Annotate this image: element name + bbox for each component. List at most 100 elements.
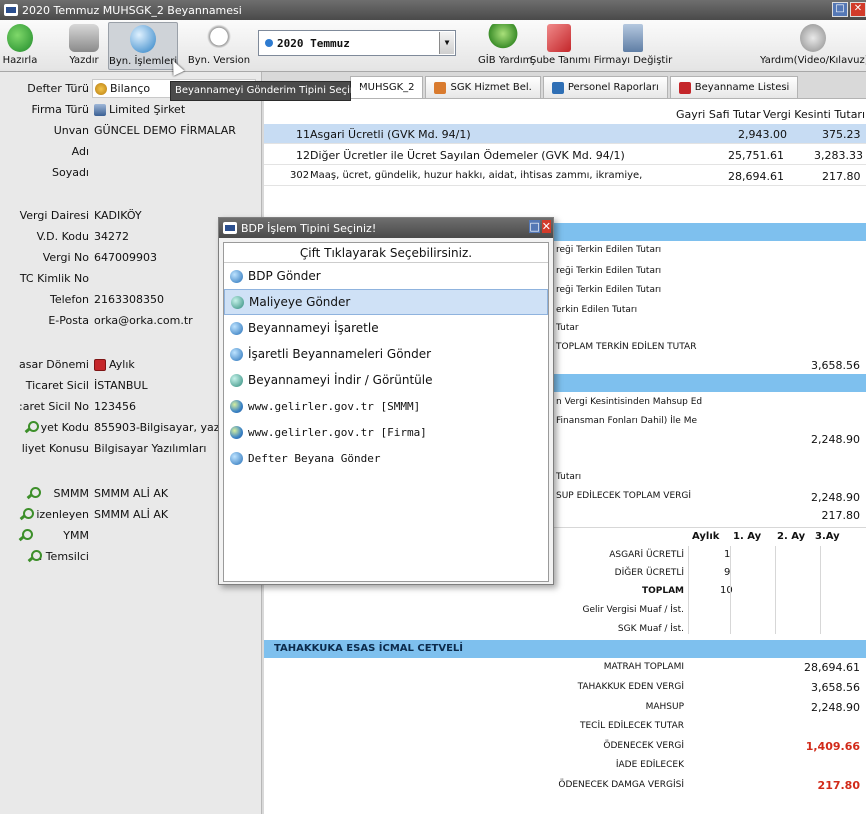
dialog-list: Çift Tıklayarak Seçebilirsiniz. BDP Gönd… [223, 242, 549, 582]
person-search-icon [20, 508, 35, 521]
close-button[interactable]: ✕ [541, 220, 551, 233]
dialog-title: BDP İşlem Tipini Seçiniz! [241, 221, 377, 235]
maximize-button[interactable]: □ [529, 220, 540, 233]
value-cell: 217.80 [817, 779, 860, 792]
value-cell: 217.80 [821, 509, 861, 522]
map-pin-icon [488, 24, 518, 52]
list-item-gelirler-smmm[interactable]: www.gelirler.gov.tr [SMMM] [224, 393, 548, 419]
list-item-bdp-gonder[interactable]: BDP Gönder [224, 263, 548, 289]
value-cell: 28,694.61 [804, 661, 860, 674]
row-label: Tutarı [556, 472, 582, 482]
col-aylik: Aylık [692, 531, 720, 542]
yardim-video-button[interactable]: Yardım(Video/Kılavuz) [760, 22, 866, 70]
app-icon [4, 4, 18, 16]
grid-line [730, 546, 731, 634]
world-icon [230, 425, 243, 439]
row-label: MATRAH TOPLAMI [603, 662, 684, 672]
value-cell: 2,248.90 [811, 491, 860, 504]
people-icon [434, 81, 447, 94]
row-label: ÖDENECEK DAMGA VERGİSİ [558, 780, 684, 790]
maximize-button[interactable]: □ [832, 2, 848, 17]
tab-personel-raporlari[interactable]: Personel Raporları [542, 76, 668, 98]
row-label: erkin Edilen Tutarı [556, 305, 638, 315]
row-label: ÖDENECEK VERGİ [603, 741, 684, 751]
value-cell: 3,658.56 [811, 359, 860, 372]
hazirla-button[interactable]: Hazırla [0, 22, 40, 70]
close-button[interactable]: ✕ [850, 2, 866, 17]
company-icon [94, 103, 106, 116]
globe-icon [230, 451, 243, 465]
dialog-title-bar: BDP İşlem Tipini Seçiniz! □ ✕ [219, 218, 553, 238]
list-item-maliyeye-gonder[interactable]: Maliyeye Gönder [224, 289, 548, 315]
row-label: Gelir Vergisi Muaf / İst. [582, 605, 684, 615]
icmal-band: TAHAKKUKA ESAS İCMAL CETVELİ [264, 640, 866, 658]
dialog-hint: Çift Tıklayarak Seçebilirsiniz. [224, 243, 548, 263]
sube-tanimi-button[interactable]: Şube Tanımı [530, 22, 591, 70]
field-soyadi: Soyadı [51, 166, 89, 179]
magnifier-icon [204, 24, 234, 52]
app-icon [223, 222, 237, 234]
calendar-icon [94, 358, 106, 371]
window-title-bar: 2020 Temmuz MUHSGK_2 Beyannamesi □ ✕ [0, 0, 866, 20]
col-3ay: 3.Ay [815, 531, 840, 542]
person-search-icon [25, 421, 39, 434]
book-icon [678, 81, 691, 94]
toolbar: Hazırla Yazdır Byn. İşlemleri Byn. Versi… [0, 20, 866, 72]
globe-icon [230, 373, 243, 387]
film-reel-icon [800, 24, 826, 52]
list-item-beyannameyi-isaretle[interactable]: Beyannameyi İşaretle [224, 315, 548, 341]
yazdir-button[interactable]: Yazdır [62, 22, 106, 70]
col-2ay: 2. Ay [777, 531, 806, 542]
blocks-icon [547, 24, 571, 52]
printer-icon [69, 24, 99, 52]
period-dot-icon [265, 39, 273, 47]
table-row[interactable]: 12 Diğer Ücretler ile Ücret Sayılan Ödem… [264, 145, 866, 165]
person-search-icon [28, 550, 43, 563]
tooltip: Beyannameyi Gönderim Tipini Seçiniz. [170, 81, 367, 101]
coins-icon [95, 82, 107, 95]
row-label: reği Terkin Edilen Tutarı [556, 245, 662, 255]
row-label: reği Terkin Edilen Tutarı [556, 285, 662, 295]
value-cell: 1,409.66 [805, 740, 860, 753]
chevron-down-icon[interactable]: ▼ [439, 32, 454, 54]
row-label: TECİL EDİLECEK TUTAR [580, 721, 684, 731]
row-label: reği Terkin Edilen Tutarı [556, 266, 662, 276]
value-cell: 3,658.56 [811, 681, 860, 694]
building-icon [623, 24, 643, 52]
firmayi-degistir-button[interactable]: Firmayı Değiştir [592, 22, 674, 70]
row-label: TAHAKKUK EDEN VERGİ [577, 682, 684, 692]
field-firma-turu: Firma Türü Limited Şirket [31, 103, 186, 116]
value-cell: 2,248.90 [811, 701, 860, 714]
row-label: n Vergi Kesintisinden Mahsup Ed [556, 397, 703, 407]
globe-icon [230, 321, 243, 335]
gib-yardim-button[interactable]: GİB Yardım [478, 22, 532, 70]
period-dropdown[interactable]: 2020 Temmuz ▼ [258, 30, 456, 56]
field-adi: Adı [71, 145, 89, 158]
table-row[interactable]: 302 Maaş, ücret, gündelik, huzur hakkı, … [264, 166, 866, 186]
globe-icon [130, 25, 156, 53]
list-item-gelirler-firma[interactable]: www.gelirler.gov.tr [Firma] [224, 419, 548, 445]
list-item-isaretli-gonder[interactable]: İşaretli Beyannameleri Gönder [224, 341, 548, 367]
grid-line [688, 546, 689, 634]
globe-icon [230, 347, 243, 361]
refresh-icon [7, 24, 33, 52]
list-item-defter-beyana[interactable]: Defter Beyana Gönder [224, 445, 548, 471]
tab-beyanname-listesi[interactable]: Beyanname Listesi [669, 76, 799, 98]
row-label: Finansman Fonları Dahil) İle Me [556, 416, 698, 426]
row-label: MAHSUP [645, 702, 684, 712]
grid-line [775, 546, 776, 634]
world-icon [230, 399, 243, 413]
bdp-dialog: BDP İşlem Tipini Seçiniz! □ ✕ Çift Tıkla… [218, 217, 554, 585]
row-label: TOPLAM [641, 586, 684, 596]
field-unvan: Unvan GÜNCEL DEMO FİRMALAR [53, 124, 236, 137]
list-item-indir-goruntule[interactable]: Beyannameyi İndir / Görüntüle [224, 367, 548, 393]
row-label: Tutar [556, 323, 579, 333]
table-header: Gayri Safi Tutar Vergi Kesinti Tutarı [676, 108, 866, 121]
row-label: TOPLAM TERKİN EDİLEN TUTAR [556, 342, 697, 352]
people-icon [551, 81, 564, 94]
row-label: SGK Muaf / İst. [617, 624, 684, 634]
tab-sgk-hizmet[interactable]: SGK Hizmet Bel. [425, 76, 541, 98]
icmal-title: TAHAKKUKA ESAS İCMAL CETVELİ [274, 643, 464, 654]
table-row[interactable]: 11 Asgari Ücretli (GVK Md. 94/1) 2,943.0… [264, 124, 866, 144]
byn-version-button[interactable]: Byn. Version [186, 22, 252, 70]
